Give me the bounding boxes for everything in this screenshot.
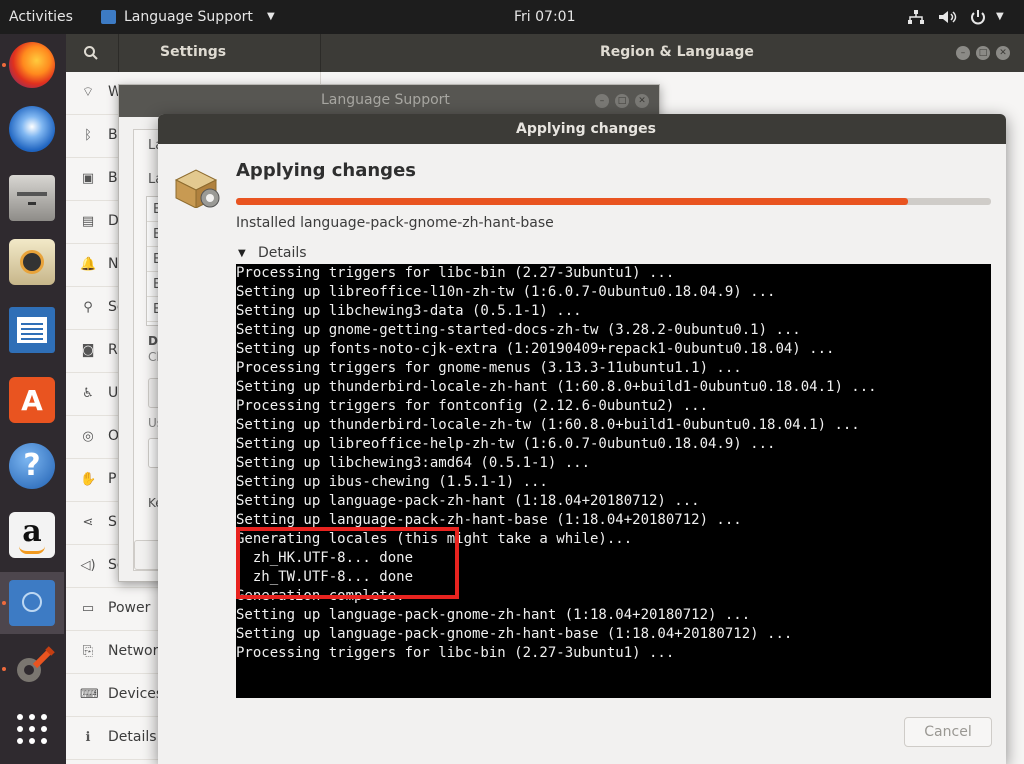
search-icon: ⚲	[83, 300, 93, 315]
files-icon[interactable]	[9, 175, 55, 221]
writer-icon[interactable]	[9, 307, 55, 353]
log-line: Setting up language-pack-gnome-zh-hant-b…	[236, 626, 793, 642]
online-accounts-icon: ◎	[82, 429, 94, 444]
log-line: Setting up libreoffice-l10n-zh-tw (1:6.0…	[236, 284, 776, 300]
hand-icon: ✋	[80, 472, 97, 487]
universal-access-icon: ♿	[82, 386, 94, 401]
language-support-running-indicator	[2, 601, 6, 605]
header-divider	[320, 34, 321, 72]
log-line: Setting up libreoffice-help-zh-tw (1:6.0…	[236, 436, 776, 452]
devices-icon: ⌨	[80, 687, 99, 702]
share-icon: ⋖	[82, 515, 94, 530]
details-expander[interactable]: Details	[258, 245, 307, 261]
applying-changes-header: Applying changes	[158, 114, 1006, 144]
language-support-app-icon	[101, 10, 116, 24]
sidebar-item-label: R	[108, 342, 118, 358]
sidebar-item-label: U	[108, 385, 119, 401]
dialog-heading: Applying changes	[236, 160, 416, 181]
network-status-icon[interactable]	[907, 9, 925, 29]
settings-header-bar: Settings Region & Language – □ ✕	[66, 34, 1024, 72]
log-line: Setting up language-pack-gnome-zh-hant (…	[236, 607, 751, 623]
settings-maximize-button[interactable]: □	[976, 46, 990, 60]
firefox-running-indicator	[2, 63, 6, 67]
log-line: Setting up libchewing3:amd64 (0.5.1-1) .…	[236, 455, 591, 471]
log-line: Processing triggers for gnome-menus (3.1…	[236, 360, 742, 376]
settings-close-button[interactable]: ✕	[996, 46, 1010, 60]
applying-changes-dialog: Applying changes Applying changes Instal…	[158, 114, 1006, 764]
settings-icon[interactable]	[9, 644, 55, 690]
status-text: Installed language-pack-gnome-zh-hant-ba…	[236, 215, 554, 231]
rhythmbox-icon[interactable]	[9, 239, 55, 285]
amazon-icon[interactable]: a	[9, 512, 55, 558]
wifi-icon: ⌔	[81, 85, 95, 100]
language-support-icon[interactable]	[9, 580, 55, 626]
background-icon: ▣	[81, 171, 95, 186]
volume-icon[interactable]	[937, 9, 957, 29]
thunderbird-icon[interactable]	[9, 106, 55, 152]
settings-title: Settings	[160, 44, 227, 60]
package-box-icon	[172, 164, 224, 212]
clock[interactable]: Fri 07:01	[514, 9, 575, 25]
log-line: Setting up libchewing3-data (0.5.1-1) ..…	[236, 303, 582, 319]
power-menu-icon[interactable]	[969, 8, 987, 30]
camera-icon: ◙	[81, 343, 95, 358]
ubuntu-software-icon[interactable]: A	[9, 377, 55, 423]
search-icon	[84, 46, 98, 60]
system-menu-chevron-down-icon[interactable]: ▼	[996, 11, 1004, 22]
settings-minimize-button[interactable]: –	[956, 46, 970, 60]
activities-button[interactable]: Activities	[9, 9, 73, 25]
log-line: Setting up gnome-getting-started-docs-zh…	[236, 322, 801, 338]
dock-icon: ▤	[81, 214, 95, 229]
network-icon: ⎘	[82, 644, 94, 659]
log-line: Processing triggers for fontconfig (2.12…	[236, 398, 709, 414]
details-terminal[interactable]: Processing triggers for libc-bin (2.27-3…	[236, 264, 991, 698]
help-icon[interactable]: ?	[9, 443, 55, 489]
cancel-button[interactable]: Cancel	[904, 717, 992, 747]
sidebar-item-label: N	[108, 256, 119, 272]
progress-bar	[236, 198, 991, 205]
sidebar-item-label: Networ	[108, 643, 159, 659]
log-line: Setting up ibus-chewing (1.5.1-1) ...	[236, 474, 548, 490]
app-menu-chevron-down-icon[interactable]: ▼	[267, 11, 275, 22]
sidebar-item-label: B	[108, 170, 118, 186]
info-icon: ℹ	[85, 730, 91, 745]
dialog-title: Applying changes	[516, 121, 656, 137]
langsup-close-button[interactable]: ✕	[635, 94, 649, 108]
sidebar-item-label: B	[108, 127, 118, 143]
langsup-maximize-button[interactable]: □	[615, 94, 629, 108]
log-line: Setting up thunderbird-locale-zh-hant (1…	[236, 379, 877, 395]
sidebar-item-label: Details	[108, 729, 157, 745]
dock: A ? a	[0, 34, 66, 764]
details-expander-icon[interactable]: ▼	[238, 248, 246, 259]
log-line: Setting up fonts-noto-cjk-extra (1:20190…	[236, 341, 835, 357]
progress-bar-fill	[236, 198, 908, 205]
language-support-header: Language Support – □ ✕	[119, 85, 659, 117]
firefox-icon[interactable]	[9, 42, 55, 88]
settings-search-button[interactable]	[66, 34, 119, 72]
highlight-box	[236, 527, 459, 599]
sidebar-item-label: Power	[108, 600, 151, 616]
top-bar: Activities Language Support ▼ Fri 07:01 …	[0, 0, 1024, 34]
sidebar-item-label: Devices	[108, 686, 164, 702]
log-line: Processing triggers for libc-bin (2.27-3…	[236, 265, 675, 281]
bluetooth-icon: ᛒ	[84, 128, 92, 143]
settings-running-indicator	[2, 667, 6, 671]
log-line: Setting up thunderbird-locale-zh-tw (1:6…	[236, 417, 860, 433]
power-icon: ▭	[81, 601, 95, 616]
langsup-minimize-button[interactable]: –	[595, 94, 609, 108]
language-support-title: Language Support	[321, 92, 450, 108]
sidebar-item-label: P	[108, 471, 117, 487]
log-line: Setting up language-pack-zh-hant (1:18.0…	[236, 493, 700, 509]
bell-icon: 🔔	[80, 257, 97, 272]
sound-icon: ◁)	[80, 558, 96, 573]
show-applications-icon[interactable]	[9, 706, 55, 752]
log-line: Processing triggers for libc-bin (2.27-3…	[236, 645, 675, 661]
app-menu[interactable]: Language Support	[124, 9, 253, 25]
panel-title: Region & Language	[600, 44, 754, 60]
